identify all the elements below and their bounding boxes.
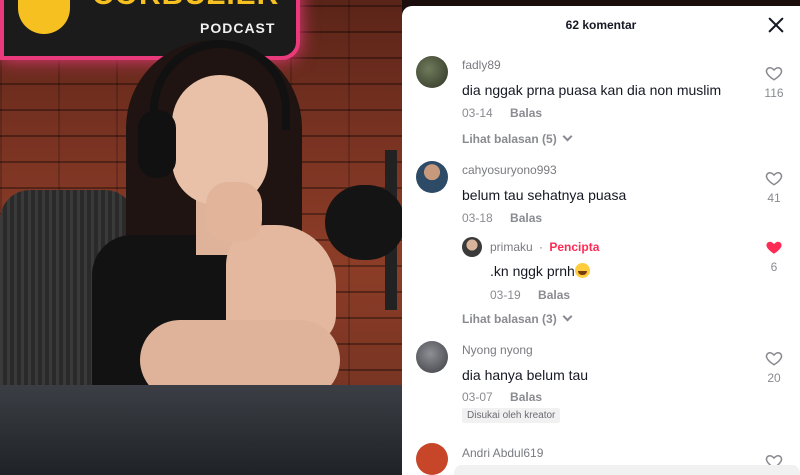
view-replies-button[interactable]: Lihat balasan (3) xyxy=(462,311,573,326)
creator-tag: Pencipta xyxy=(549,240,600,254)
like-button[interactable]: 41 xyxy=(754,169,794,205)
like-count: 20 xyxy=(767,371,781,385)
comment-username[interactable]: Andri Abdul619 xyxy=(462,446,543,460)
comment-meta: 03-14 Balas xyxy=(462,106,542,120)
reply-button[interactable]: Balas xyxy=(510,390,542,404)
comment-username[interactable]: Nyong nyong xyxy=(462,343,533,357)
like-count: 41 xyxy=(767,191,781,205)
microphone xyxy=(325,185,402,260)
grinning-emoji-icon xyxy=(574,263,590,278)
like-button[interactable]: 116 xyxy=(754,64,794,100)
comments-header: 62 komentar xyxy=(402,6,800,46)
heart-outline-icon xyxy=(765,171,783,186)
view-replies-label: Lihat balasan (3) xyxy=(462,312,557,326)
separator-dot: · xyxy=(539,240,544,254)
reply-username[interactable]: primaku xyxy=(490,240,533,254)
podcast-sign-title: CORBUZIER xyxy=(92,0,279,12)
comment-text: dia nggak prna puasa kan dia non muslim xyxy=(462,82,722,98)
avatar[interactable] xyxy=(416,161,448,193)
comment-input[interactable] xyxy=(454,465,800,475)
comment-meta: 03-18 Balas xyxy=(462,211,542,225)
view-replies-label: Lihat balasan (5) xyxy=(462,132,557,146)
person-hand xyxy=(206,182,262,242)
chevron-down-icon xyxy=(562,131,573,142)
comment-text: dia hanya belum tau xyxy=(462,367,589,383)
heart-outline-icon xyxy=(765,351,783,366)
comment-username[interactable]: cahyosuryono993 xyxy=(462,163,557,177)
avatar[interactable] xyxy=(416,443,448,475)
reply-text: .kn nggk prnh xyxy=(490,263,575,279)
comment-text: belum tau sehatnya puasa xyxy=(462,187,627,203)
reply-button[interactable]: Balas xyxy=(510,106,542,120)
heart-outline-icon xyxy=(765,66,783,81)
like-count: 116 xyxy=(764,86,784,100)
podcast-sign-subtitle: PODCAST xyxy=(200,20,276,36)
reply-meta: 03-19 Balas xyxy=(490,288,570,302)
chevron-down-icon xyxy=(562,311,573,322)
reply-username-row: primaku · Pencipta xyxy=(490,240,599,254)
headphones-cup xyxy=(138,110,176,178)
podcast-logo xyxy=(18,0,70,34)
reply-date: 03-19 xyxy=(490,288,521,302)
like-button[interactable]: 6 xyxy=(754,238,794,274)
video-player[interactable]: CORBUZIER PODCAST xyxy=(0,0,402,475)
comments-panel: 62 komentar fadly89 dia nggak prna puasa… xyxy=(402,6,800,475)
avatar[interactable] xyxy=(416,56,448,88)
comment-date: 03-18 xyxy=(462,211,493,225)
heart-filled-icon xyxy=(766,241,782,254)
reply-text-row: .kn nggk prnh xyxy=(490,263,590,279)
comment-username[interactable]: fadly89 xyxy=(462,58,501,72)
avatar[interactable] xyxy=(416,341,448,373)
liked-by-creator-badge: Disukai oleh kreator xyxy=(462,408,561,423)
reply-avatar[interactable] xyxy=(462,237,482,257)
desk xyxy=(0,385,402,475)
like-count: 6 xyxy=(770,260,778,274)
reply-button[interactable]: Balas xyxy=(538,288,570,302)
like-button[interactable]: 20 xyxy=(754,349,794,385)
close-icon[interactable] xyxy=(766,15,786,35)
reply-button[interactable]: Balas xyxy=(510,211,542,225)
comment-date: 03-07 xyxy=(462,390,493,404)
comment-meta: 03-07 Balas xyxy=(462,390,542,404)
comment-date: 03-14 xyxy=(462,106,493,120)
comment-count: 62 komentar xyxy=(565,18,637,32)
view-replies-button[interactable]: Lihat balasan (5) xyxy=(462,131,573,146)
